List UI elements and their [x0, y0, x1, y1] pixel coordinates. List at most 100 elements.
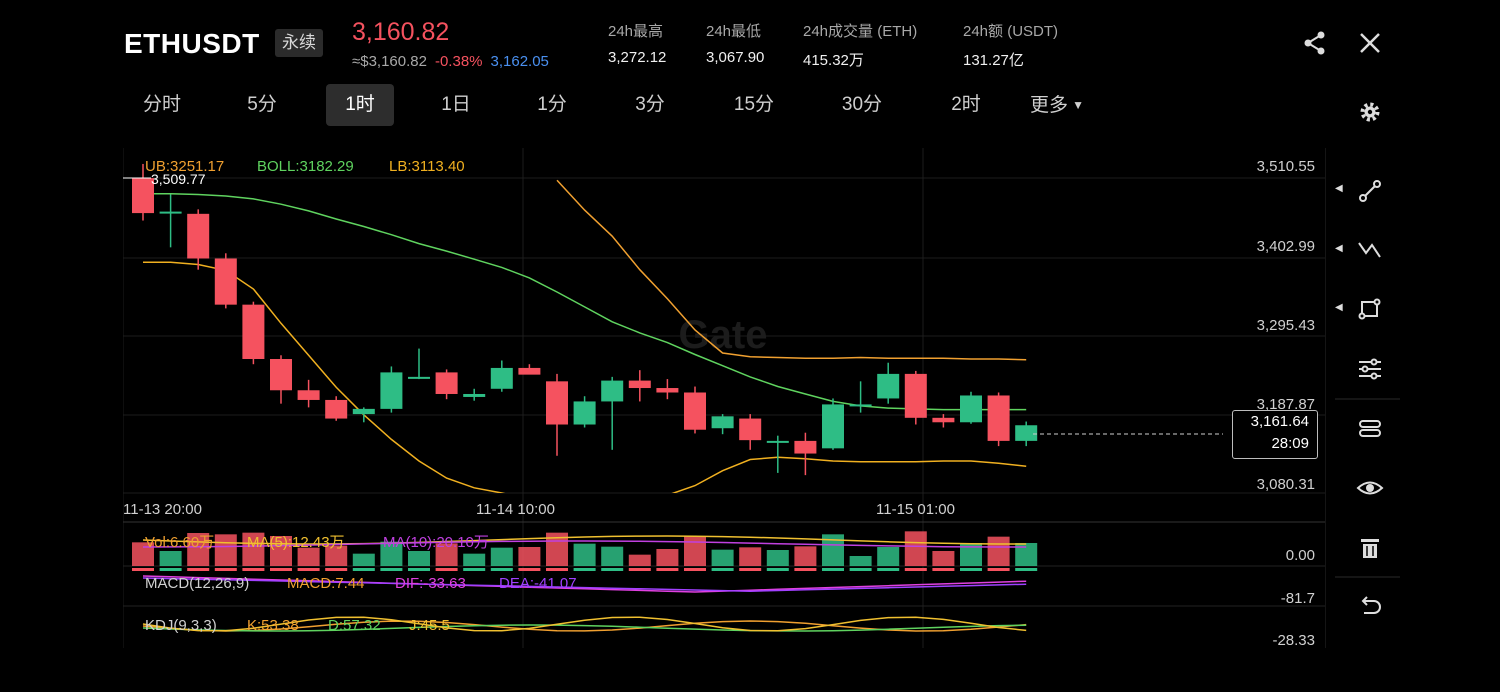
share-button[interactable] — [1300, 28, 1330, 58]
volume-bar — [601, 546, 624, 566]
stat-value: 3,272.12 — [608, 49, 667, 66]
expand-arrow-icon[interactable]: ◀ — [1335, 302, 1343, 313]
layers-icon — [1359, 420, 1381, 437]
tab-timeframe[interactable]: 分时 — [124, 84, 200, 126]
stat-label: 24h成交量 (ETH) — [803, 23, 918, 40]
macd-histogram-bar — [849, 568, 872, 571]
candle-body — [573, 401, 596, 425]
macd-histogram-bar — [352, 568, 375, 571]
indicator-settings-tool[interactable] — [1355, 354, 1385, 384]
undo-icon — [1361, 596, 1381, 614]
tab-timeframe[interactable]: 1分 — [514, 84, 590, 126]
candlestick-chart[interactable]: Gate 3,509.77 11-13 20:00 11-14 10:00 11… — [123, 148, 1325, 648]
volume-bar — [684, 536, 706, 566]
macd-histogram-bar — [408, 568, 430, 571]
tab-timeframe[interactable]: 30分 — [822, 84, 902, 126]
trend-line-tool[interactable] — [1355, 176, 1385, 206]
stat-24h-low: 24h最低 3,067.90 — [706, 20, 764, 66]
delete-tool[interactable] — [1355, 533, 1385, 563]
time-axis-label: 11-15 01:00 — [876, 501, 955, 518]
macd-histogram-bar — [1015, 568, 1038, 571]
candle-body — [297, 390, 320, 400]
candle-body — [1015, 425, 1038, 441]
layers-tool[interactable] — [1355, 413, 1385, 443]
volume-bar — [766, 550, 789, 566]
volume-bar — [214, 534, 237, 566]
eye-icon — [1356, 481, 1384, 495]
sliders-icon — [1359, 358, 1381, 380]
volume-bar — [711, 549, 734, 566]
candle-body — [270, 359, 292, 391]
kdj-d-label: D:57.32 — [328, 617, 381, 634]
undo-tool[interactable] — [1355, 591, 1385, 621]
volume-bar — [987, 536, 1010, 566]
macd-histogram-bar — [214, 568, 237, 571]
shape-tool[interactable] — [1355, 294, 1385, 324]
candle-body — [822, 404, 844, 449]
usd-price: ≈$3,160.82 — [352, 53, 427, 70]
tab-timeframe[interactable]: 15分 — [714, 84, 794, 126]
tab-timeframe-active[interactable]: 1时 — [326, 84, 394, 126]
trash-icon — [1361, 539, 1379, 558]
vol-ma10-label: MA(10):20.10万 — [383, 534, 489, 551]
volume-bar — [877, 547, 900, 566]
stat-label: 24h额 (USDT) — [963, 23, 1059, 40]
visibility-tool[interactable] — [1355, 473, 1385, 503]
stat-24h-turnover: 24h额 (USDT) 131.27亿 — [963, 20, 1058, 70]
boll-lb-label: LB:3113.40 — [389, 158, 465, 175]
symbol-title: ETHUSDT — [124, 28, 260, 59]
tab-timeframe[interactable]: 5分 — [224, 84, 300, 126]
volume-bar — [739, 547, 762, 566]
timeframe-tabs: 分时 5分 1时 1日 1分 3分 15分 30分 2时 更多 ▼ — [124, 84, 1124, 128]
price-axis-label: 3,295.43 — [1257, 317, 1315, 334]
macd-histogram-bar — [601, 568, 624, 571]
volume-axis-label: 0.00 — [1286, 547, 1315, 564]
stat-24h-high: 24h最高 3,272.12 — [608, 20, 666, 66]
macd-name-label: MACD(12,26,9) — [145, 575, 249, 592]
volume-bar — [490, 547, 513, 566]
tab-more-label: 更多 — [1030, 95, 1069, 116]
candle-body — [352, 408, 375, 415]
last-price: 3,160.82 — [352, 18, 450, 46]
macd-dea-label: DEA:-41.07 — [499, 575, 577, 592]
volume-bar — [159, 551, 182, 566]
candle-body — [711, 416, 734, 429]
candle-body — [849, 404, 872, 407]
price-axis-label: 3,402.99 — [1257, 238, 1315, 255]
tab-timeframe[interactable]: 1日 — [418, 84, 494, 126]
tab-timeframe[interactable]: 3分 — [612, 84, 688, 126]
volume-bar — [463, 553, 486, 566]
chart-area[interactable]: Gate 3,509.77 11-13 20:00 11-14 10:00 11… — [123, 148, 1415, 648]
chart-settings-button[interactable] — [1355, 97, 1385, 127]
macd-histogram-bar — [628, 568, 651, 571]
expand-arrow-icon[interactable]: ◀ — [1335, 183, 1343, 194]
volume-bar — [656, 549, 679, 566]
macd-histogram-bar — [187, 568, 210, 571]
candle-body — [684, 392, 706, 430]
macd-histogram-bar — [656, 568, 679, 571]
candle-body — [794, 440, 817, 454]
close-button[interactable] — [1355, 28, 1385, 58]
macd-histogram-bar — [380, 568, 403, 571]
current-price-tag: 3,161.64 28:09 — [1232, 410, 1318, 459]
macd-histogram-bar — [242, 568, 265, 571]
macd-dif-label: DIF:-33.63 — [395, 575, 466, 592]
shape-icon — [1358, 298, 1381, 320]
wave-line-icon — [1358, 242, 1381, 258]
change-percent: -0.38% — [434, 53, 483, 70]
expand-arrow-icon[interactable]: ◀ — [1335, 243, 1343, 254]
gear-icon — [1360, 102, 1380, 122]
wave-line-tool[interactable] — [1355, 235, 1385, 265]
volume-bar — [849, 556, 872, 566]
time-axis-label: 11-13 20:00 — [123, 501, 202, 518]
candle-body — [601, 380, 624, 402]
volume-bar — [904, 531, 927, 566]
macd-histogram-bar — [325, 568, 348, 571]
tab-more[interactable]: 更多 ▼ — [1024, 84, 1090, 126]
macd-dif-line — [142, 575, 1027, 593]
kdj-k-label: K:53.38 — [247, 617, 299, 634]
macd-histogram-bar — [904, 568, 927, 571]
price-axis-label: 3,510.55 — [1257, 158, 1315, 175]
tab-timeframe[interactable]: 2时 — [928, 84, 1004, 126]
drawing-toolbar: ◀ ◀ ◀ — [1325, 148, 1415, 648]
